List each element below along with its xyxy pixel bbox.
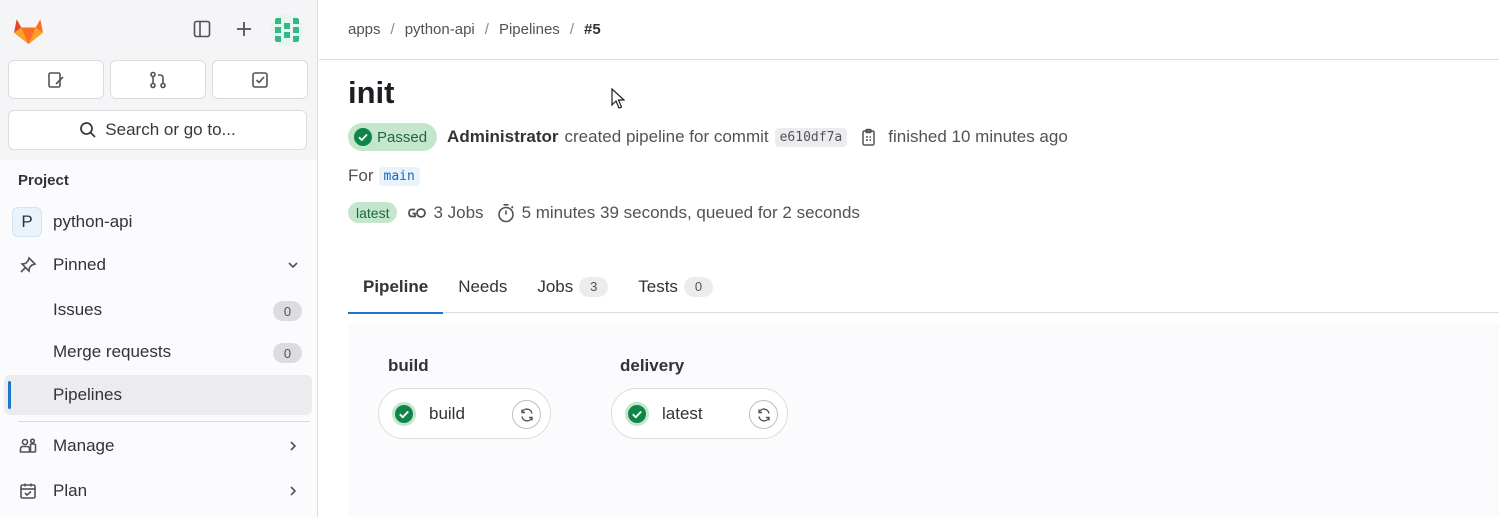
tab-pipeline[interactable]: Pipeline [348,260,444,314]
tests-tab-count: 0 [683,276,713,297]
status-label: Passed [377,128,428,146]
job-name: build [429,403,465,423]
search-icon [80,122,96,138]
status-badge[interactable]: Passed [348,123,438,151]
project-avatar: P [12,207,42,237]
merge-request-icon [150,71,166,88]
sidebar-item-label: Merge requests [53,342,172,361]
breadcrumb-separator: / [484,21,489,38]
assigned-issues-button[interactable] [8,60,104,99]
pipeline-graph: build build delivery latest [348,323,1499,517]
chevron-right-icon [286,483,300,503]
ref-row: For main [348,166,420,186]
user-avatar[interactable] [271,14,303,46]
sidebar-item-issues[interactable]: Issues 0 [4,290,312,330]
breadcrumb-pipeline-id[interactable]: #5 [584,21,601,38]
sidebar-item-merge-requests[interactable]: Merge requests 0 [4,332,312,372]
merge-requests-count-badge: 0 [273,343,302,363]
action-text: created pipeline for commit [564,127,769,146]
jobs-count-text: 3 Jobs [433,202,484,222]
sidebar-item-label: Pipelines [53,385,122,404]
manage-label: Manage [53,436,115,455]
retry-icon[interactable] [749,400,778,429]
project-name: python-api [53,212,133,231]
sidebar-item-label: Issues [53,300,103,319]
sidebar-item-pinned[interactable]: Pinned [4,245,312,285]
calendar-icon [16,482,40,500]
tab-jobs[interactable]: Jobs 3 [522,260,623,313]
copy-icon[interactable] [859,128,877,146]
tab-label: Tests [638,276,678,296]
breadcrumb-separator: / [390,21,395,38]
jobs-tab-count: 3 [579,276,609,297]
breadcrumb-pipelines[interactable]: Pipelines [499,21,560,38]
job-name: latest [662,403,703,423]
retry-icon[interactable] [512,400,541,429]
timer-icon [496,203,516,223]
tab-label: Jobs [537,276,574,296]
breadcrumb-separator: / [569,21,574,38]
tab-tests[interactable]: Tests 0 [623,260,728,313]
main-content: apps / python-api / Pipelines / #5 init … [319,0,1499,517]
sidebar-item-plan[interactable]: Plan [4,471,312,511]
pipeline-meta: Passed Administrator created pipeline fo… [348,123,1068,151]
sidebar-divider [18,421,310,422]
pipeline-tabs: Pipeline Needs Jobs 3 Tests 0 [348,260,1499,314]
sidebar-toggle-icon[interactable] [189,16,215,42]
tab-label: Pipeline [363,276,429,296]
merge-requests-button[interactable] [110,60,206,99]
chevron-down-icon [286,257,300,277]
sidebar-header: Search or go to... [0,0,317,160]
commit-sha[interactable]: e610df7a [774,127,848,147]
gitlab-logo[interactable] [12,13,45,46]
page-title: init [348,75,395,110]
mouse-cursor-icon [611,88,625,109]
pin-icon [16,256,40,274]
pipeline-stats: latest 3 Jobs 5 minutes 39 seconds, queu… [348,202,860,223]
search-label: Search or go to... [105,120,236,139]
pinned-label: Pinned [53,255,106,274]
sidebar: Search or go to... Project P python-api … [0,0,318,517]
finished-text: finished 10 minutes ago [888,127,1068,146]
pipeline-icon [407,204,427,222]
sidebar-section-title: Project [18,172,69,189]
tab-label: Needs [458,276,508,296]
search-button[interactable]: Search or go to... [8,110,307,150]
sidebar-project-link[interactable]: P python-api [4,202,312,242]
plan-label: Plan [53,481,88,500]
job-status-success-icon [624,401,650,427]
create-new-icon[interactable] [231,16,257,42]
todo-icon [252,71,268,88]
sidebar-item-pipelines[interactable]: Pipelines [4,375,312,415]
breadcrumb-project[interactable]: python-api [405,21,475,38]
users-icon [16,437,40,455]
author-link[interactable]: Administrator [447,127,558,147]
sidebar-item-manage[interactable]: Manage [4,426,312,466]
status-success-icon [354,128,372,146]
tab-needs[interactable]: Needs [443,260,522,313]
for-label: For [348,166,374,185]
job-build[interactable]: build [378,388,551,439]
chevron-right-icon [286,438,300,458]
duration-text: 5 minutes 39 seconds, queued for 2 secon… [521,202,860,222]
breadcrumb-apps[interactable]: apps [348,21,381,38]
branch-ref[interactable]: main [378,166,420,186]
job-latest[interactable]: latest [611,388,788,439]
breadcrumb: apps / python-api / Pipelines / #5 [319,0,1499,60]
stage-title-delivery: delivery [620,356,685,375]
stage-title-build: build [388,356,429,375]
issues-count-badge: 0 [273,301,302,321]
todo-list-button[interactable] [212,60,308,99]
job-status-success-icon [391,401,417,427]
latest-badge: latest [348,202,398,223]
issues-icon [48,71,64,88]
